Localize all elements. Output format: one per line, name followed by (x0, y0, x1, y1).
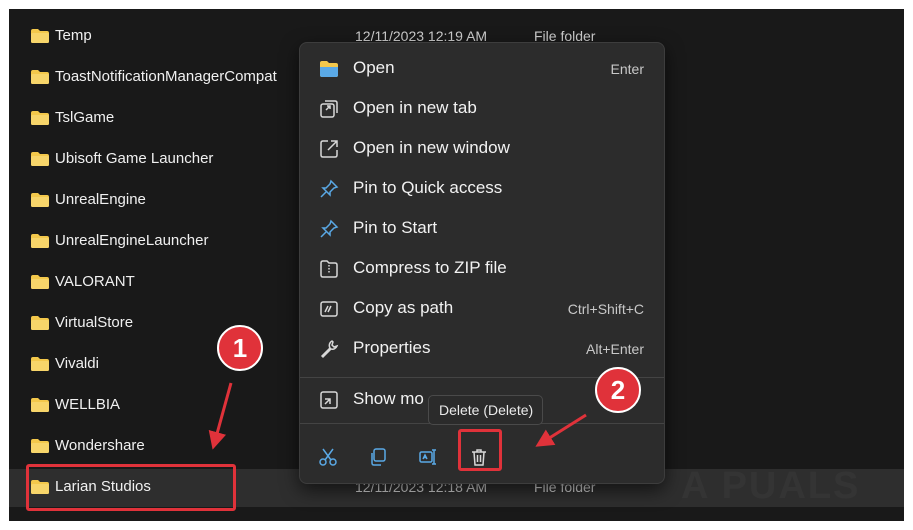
step-badge-2: 2 (595, 367, 641, 413)
annotation-arrows (208, 382, 587, 450)
arrow-step-1 (208, 382, 233, 450)
arrow-step-2 (535, 413, 587, 447)
watermark: A PUALS (681, 463, 891, 511)
watermark-text: A PUALS (681, 465, 861, 507)
file-explorer-window: Temp 12/11/2023 12:19 AM File folder Toa… (9, 9, 904, 521)
step-badge-1: 1 (217, 325, 263, 371)
